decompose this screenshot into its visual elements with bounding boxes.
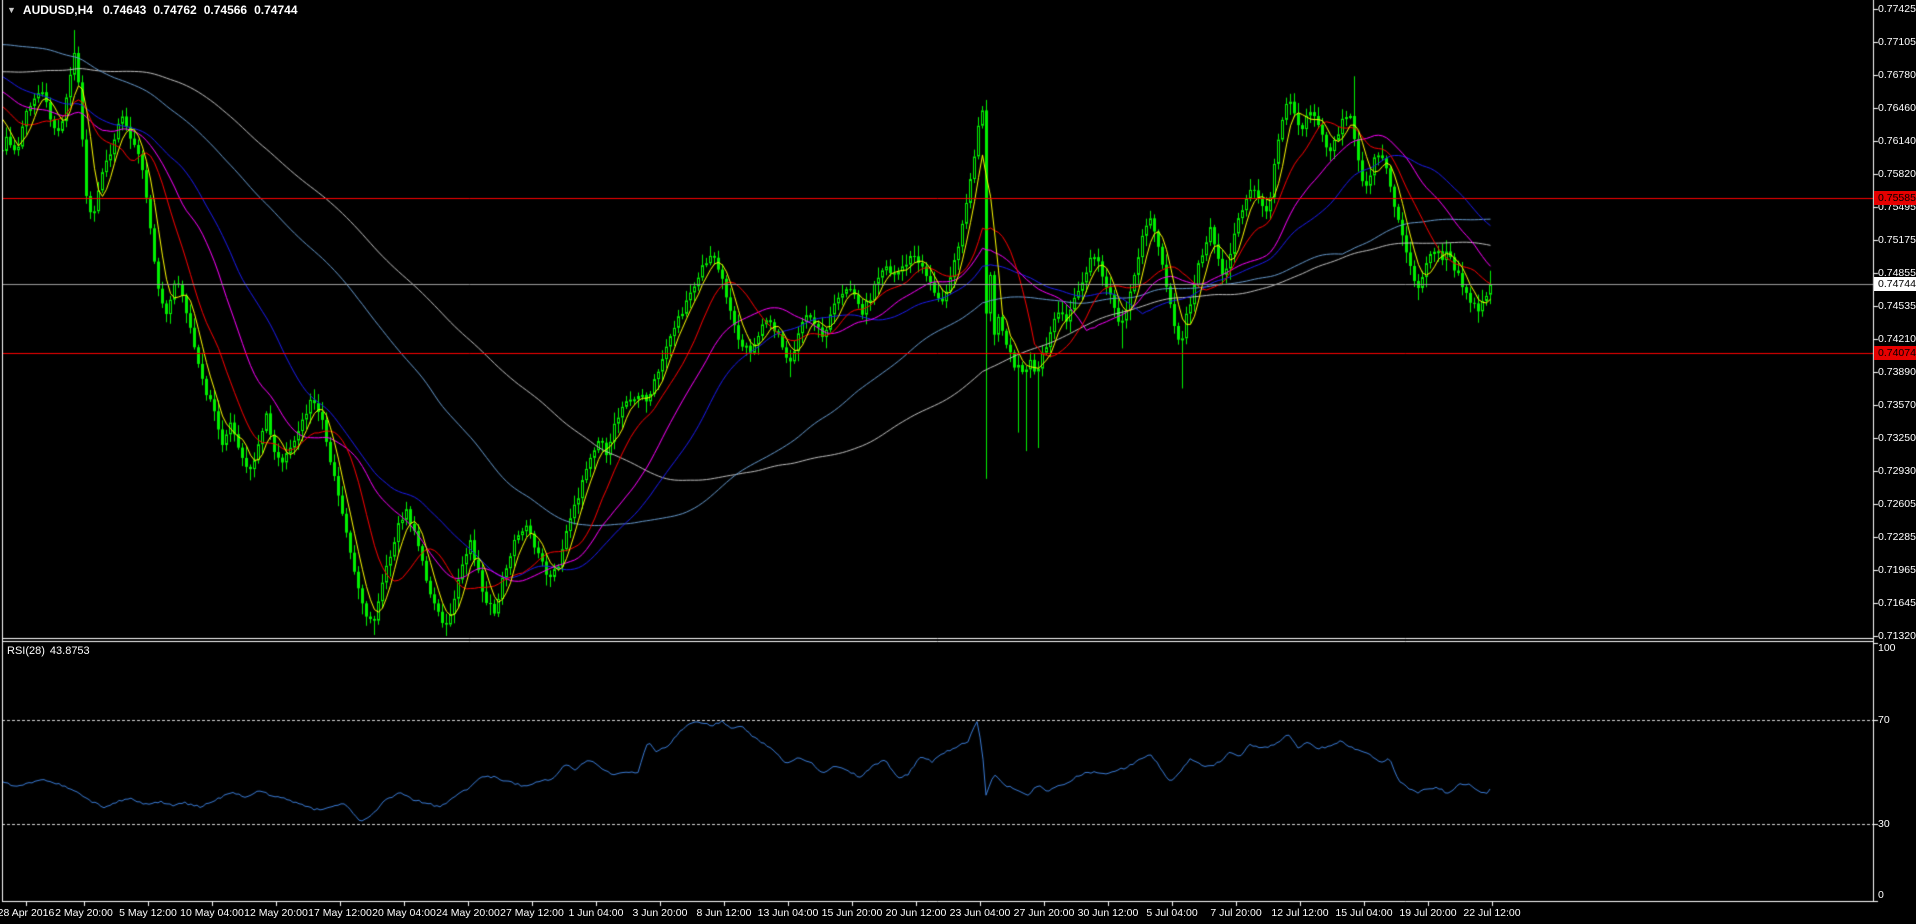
price-axis-label: 0.72285 bbox=[1878, 530, 1916, 543]
time-axis-label: 7 Jul 20:00 bbox=[1210, 907, 1262, 919]
price-axis-label: 0.74535 bbox=[1878, 299, 1916, 312]
price-axis-label: 0.76140 bbox=[1878, 134, 1916, 147]
time-axis-label: 12 Jul 12:00 bbox=[1271, 907, 1329, 919]
chart-title: ▼ AUDUSD,H4 0.74643 0.74762 0.74566 0.74… bbox=[7, 3, 305, 17]
rsi-scale-label: 100 bbox=[1878, 642, 1896, 654]
time-axis-label: 17 May 12:00 bbox=[308, 907, 372, 919]
time-axis-label: 22 Jul 12:00 bbox=[1463, 907, 1521, 919]
time-axis-label: 10 May 04:00 bbox=[180, 907, 244, 919]
time-axis-label: 3 Jun 20:00 bbox=[632, 907, 688, 919]
time-axis-label: 12 May 20:00 bbox=[244, 907, 308, 919]
price-axis-label: 0.71645 bbox=[1878, 596, 1916, 609]
price-axis-label: 0.73570 bbox=[1878, 398, 1916, 411]
time-axis-label: 27 May 12:00 bbox=[500, 907, 564, 919]
price-axis-label: 0.75820 bbox=[1878, 167, 1916, 180]
price-axis-label: 0.74210 bbox=[1878, 333, 1916, 346]
quote-close: 0.74744 bbox=[254, 3, 298, 17]
rsi-value: 43.8753 bbox=[49, 645, 90, 657]
time-axis-label: 20 May 04:00 bbox=[372, 907, 436, 919]
time-axis[interactable]: 28 Apr 2016 2 May 20:00 5 May 12:00 10 May … bbox=[0, 901, 1873, 924]
chart-canvas[interactable] bbox=[0, 0, 1916, 924]
time-axis-label: 30 Jun 12:00 bbox=[1077, 907, 1139, 919]
symbol-timeframe: AUDUSD,H4 bbox=[22, 3, 93, 17]
rsi-scale-label: 0 bbox=[1878, 889, 1884, 901]
time-axis-label: 13 Jun 04:00 bbox=[757, 907, 819, 919]
time-axis-label: 23 Jun 04:00 bbox=[949, 907, 1011, 919]
price-axis-label: 0.75175 bbox=[1878, 234, 1916, 247]
quote-high: 0.74762 bbox=[153, 3, 197, 17]
price-axis-label: 0.73890 bbox=[1878, 366, 1916, 379]
time-axis-label: 28 Apr 2016 bbox=[0, 907, 55, 919]
rsi-scale-label: 70 bbox=[1878, 714, 1890, 727]
time-axis-label: 20 Jun 12:00 bbox=[885, 907, 947, 919]
price-axis-label: 0.77425 bbox=[1878, 3, 1916, 15]
time-axis-label: 8 Jun 12:00 bbox=[696, 907, 752, 919]
price-axis-label: 0.73250 bbox=[1878, 431, 1916, 444]
time-axis-label: 15 Jun 20:00 bbox=[821, 907, 883, 919]
chart-window: ▼ AUDUSD,H4 0.74643 0.74762 0.74566 0.74… bbox=[0, 0, 1916, 924]
time-axis-label: 27 Jun 20:00 bbox=[1013, 907, 1075, 919]
quote-low: 0.74566 bbox=[203, 3, 248, 17]
price-axis-label: 0.77105 bbox=[1878, 35, 1916, 48]
price-axis-label: 0.72605 bbox=[1878, 498, 1916, 510]
price-axis-label: 0.71965 bbox=[1878, 563, 1916, 576]
time-axis-label: 2 May 20:00 bbox=[55, 907, 113, 919]
rsi-indicator-label: RSI(28) 43.8753 bbox=[7, 645, 90, 657]
time-axis-label: 15 Jul 04:00 bbox=[1335, 907, 1393, 919]
symbol-dropdown-icon[interactable]: ▼ bbox=[7, 4, 16, 16]
time-axis-label: 24 May 20:00 bbox=[436, 907, 500, 919]
price-axis-label: 0.72930 bbox=[1878, 464, 1916, 477]
resistance-price-badge: 0.75585 bbox=[1874, 190, 1916, 205]
price-axis-label: 0.76460 bbox=[1878, 102, 1916, 115]
bid-price-badge: 0.74744 bbox=[1874, 277, 1916, 292]
time-axis-label: 1 Jun 04:00 bbox=[568, 907, 624, 919]
price-axis-label: 0.76780 bbox=[1878, 69, 1916, 82]
quote-open: 0.74643 bbox=[102, 3, 147, 17]
rsi-name: RSI(28) bbox=[7, 645, 45, 657]
price-axis[interactable]: 0.77425 0.77105 0.76780 0.76460 0.76140 0.758… bbox=[1873, 0, 1916, 901]
time-axis-label: 5 May 12:00 bbox=[119, 907, 177, 919]
support-price-badge: 0.74074 bbox=[1874, 346, 1916, 361]
time-axis-label: 19 Jul 20:00 bbox=[1399, 907, 1457, 919]
time-axis-label: 5 Jul 04:00 bbox=[1146, 907, 1198, 919]
rsi-scale-label: 30 bbox=[1878, 817, 1890, 830]
